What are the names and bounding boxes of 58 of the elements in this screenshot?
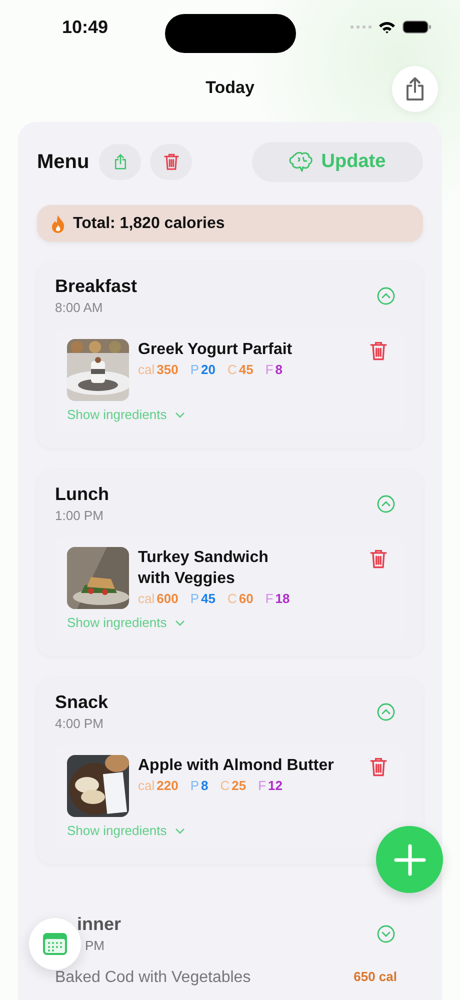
page-title: Today [206,78,254,98]
chevron-down-icon [174,412,185,418]
meal-time: PM [84,938,106,953]
macro-value: cal 600 [138,591,178,606]
flame-icon [51,214,65,232]
chevron-down-icon [174,828,185,834]
share-button[interactable] [392,66,438,112]
total-calories: Total: 1,820 calories [73,214,225,232]
meal-time: 4:00 PM [55,716,104,731]
meal-name: Snack [55,692,108,713]
trash-icon [164,153,179,171]
chevron-down-icon [174,620,185,626]
signal-icon [350,25,372,29]
share-icon [405,76,425,102]
macro-value: F 12 [258,778,283,793]
macro-value: cal 350 [138,362,178,377]
meal-time: 8:00 AM [55,300,104,315]
macro-value: P 8 [190,778,208,793]
expand-icon[interactable] [377,924,395,942]
delete-button[interactable] [370,341,387,361]
show-ingredients-button[interactable]: Show ingredients [67,407,185,422]
macro-value: P45 [190,591,216,606]
food-name: Greek Yogurt Parfait [138,340,292,360]
wifi-icon [378,20,396,34]
show-ingredients-button[interactable]: Show ingredients [67,823,185,838]
delete-button[interactable] [370,549,387,569]
plus-icon [394,844,426,876]
food-name: Baked Cod with Vegetables [55,969,251,987]
trash-icon [370,549,387,569]
trash-icon [370,341,387,361]
macro-value: C60 [227,591,254,606]
macro-value: C45 [227,362,254,377]
delete-button[interactable] [150,144,192,180]
meal-name: Lunch [55,484,109,505]
menu-title: Menu [37,150,90,174]
battery-icon [402,20,432,34]
collapse-icon[interactable] [377,286,395,304]
trash-icon [370,757,387,777]
macro-value: F8 [265,362,283,377]
food-name: Apple with Almond Butter [138,756,334,776]
meal-time: 1:00 PM [55,508,104,523]
calorie-count: 650 cal [354,969,397,986]
calendar-icon [43,933,67,955]
delete-button[interactable] [370,757,387,777]
show-ingredients-button[interactable]: Show ingredients [67,615,185,630]
share-icon [114,154,127,170]
macro-value: C 25 [220,778,246,793]
collapse-icon[interactable] [377,494,395,512]
update-button[interactable]: Update [252,142,423,182]
macro-value: P 20 [190,362,216,377]
status-time: 10:49 [62,16,108,38]
meal-name: Breakfast [55,276,138,297]
macro-value: cal 220 [138,778,178,793]
food-name: Turkey Sandwich with Veggies [138,548,270,589]
meal-name: inner [76,914,122,935]
macro-value: F 18 [265,591,290,606]
brain-icon [289,152,314,172]
collapse-icon[interactable] [377,702,395,720]
